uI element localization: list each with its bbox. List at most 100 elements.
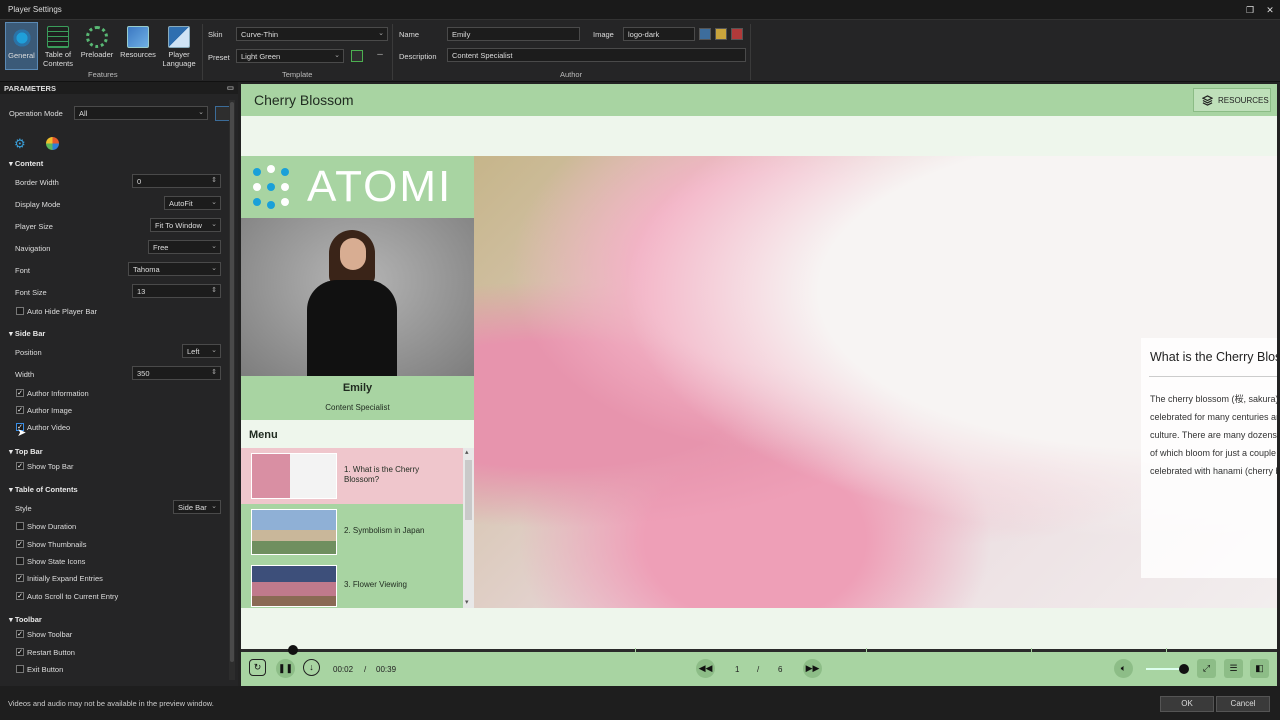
font-dropdown[interactable]: Tahoma ⌄ — [128, 262, 221, 276]
style-dropdown[interactable]: Side Bar ⌄ — [173, 500, 221, 514]
chevron-up-icon[interactable]: ▴ — [465, 448, 469, 456]
position-label: Position — [15, 348, 42, 357]
show-top-bar-label: Show Top Bar — [27, 462, 74, 471]
ribbon-general-label: General — [8, 51, 35, 60]
border-width-spinner[interactable]: 0 ⇕ — [132, 174, 221, 188]
fullscreen-icon[interactable]: ⤢ — [1197, 659, 1216, 678]
progress-knob[interactable] — [288, 645, 298, 655]
ok-button[interactable]: OK — [1160, 696, 1214, 712]
preset-dropdown[interactable]: Light Green ⌄ — [236, 49, 344, 63]
navigation-dropdown[interactable]: Free ⌄ — [148, 240, 221, 254]
initially-expand-checkbox[interactable]: ✓ — [16, 574, 24, 582]
ribbon-preloader-button[interactable]: Preloader — [79, 22, 115, 70]
display-mode-dropdown[interactable]: AutoFit ⌄ — [164, 196, 221, 210]
menu-item-1[interactable]: 1. What is the Cherry Blossom? — [241, 448, 463, 504]
list-icon — [47, 26, 69, 48]
resources-button[interactable]: RESOURCES — [1193, 88, 1271, 112]
pause-icon[interactable]: ❚❚ — [276, 659, 295, 678]
parameters-scrollbar[interactable] — [229, 100, 235, 680]
topbar-section[interactable]: ▾ Top Bar — [9, 447, 43, 456]
ribbon-toc-button[interactable]: Table of Contents — [40, 22, 76, 70]
progress-track[interactable] — [241, 649, 1277, 652]
parameters-panel: PARAMETERS ▭ Operation Mode All ⌄ ⚙ ▾ Con… — [0, 82, 238, 686]
palette-icon[interactable] — [46, 137, 59, 150]
remove-preset-icon[interactable]: – — [374, 50, 386, 62]
author-image-input[interactable]: logo-dark — [623, 27, 695, 41]
toolbar-section[interactable]: ▾ Toolbar — [9, 615, 42, 624]
preset-label: Preset — [208, 53, 230, 62]
author-information-label: Author Information — [27, 389, 89, 398]
ribbon-general-button[interactable]: General — [5, 22, 38, 70]
remove-image-icon[interactable] — [731, 28, 743, 40]
menu-scroll-thumb[interactable] — [465, 460, 472, 520]
menu-scrollbar[interactable]: ▴ ▾ — [463, 448, 474, 608]
player-size-dropdown[interactable]: Fit To Window ⌄ — [150, 218, 221, 232]
menu-item-3[interactable]: 3. Flower Viewing — [241, 560, 463, 608]
layers-icon — [1202, 95, 1213, 106]
toc-section-title: Table of Contents — [14, 485, 78, 494]
volume-icon[interactable]: 🔈︎ — [1114, 659, 1133, 678]
show-thumbnails-checkbox[interactable]: ✓ — [16, 540, 24, 548]
position-dropdown[interactable]: Left ⌄ — [182, 344, 221, 358]
menu-item-label: 1. What is the Cherry Blossom? — [344, 465, 420, 484]
auto-hide-checkbox[interactable] — [16, 307, 24, 315]
time-current: 00:02 — [333, 665, 354, 674]
resources-icon — [127, 26, 149, 48]
template-group-label: Template — [282, 70, 313, 79]
scrollbar-thumb[interactable] — [230, 102, 234, 662]
author-desc-input[interactable]: Content Specialist — [447, 48, 746, 62]
sidebar-toggle-icon[interactable]: ◧ — [1250, 659, 1269, 678]
operation-mode-dropdown[interactable]: All ⌄ — [74, 106, 208, 120]
show-top-bar-checkbox[interactable]: ✓ — [16, 462, 24, 470]
font-size-spinner[interactable]: 13 ⇕ — [132, 284, 221, 298]
skin-dropdown[interactable]: Curve-Thin ⌄ — [236, 27, 388, 41]
restore-icon[interactable]: ❐ — [1243, 3, 1257, 17]
sidebar-section[interactable]: ▾ Side Bar — [9, 329, 45, 338]
author-description: Content Specialist — [325, 403, 390, 412]
auto-scroll-checkbox[interactable]: ✓ — [16, 592, 24, 600]
font-value: Tahoma — [133, 265, 160, 274]
close-icon[interactable]: ✕ — [1263, 3, 1277, 17]
show-state-icons-checkbox[interactable] — [16, 557, 24, 565]
chapter-marker — [635, 648, 636, 653]
menu-item-label: 3. Flower Viewing — [344, 580, 407, 589]
restart-button-checkbox[interactable]: ✓ — [16, 648, 24, 656]
chevron-down-icon: ⌄ — [211, 265, 217, 272]
chevron-down-icon: ⌄ — [211, 243, 217, 250]
author-video[interactable] — [241, 218, 474, 376]
next-slide-icon[interactable]: ▶▶ — [803, 659, 822, 678]
previous-slide-icon[interactable]: ◀◀ — [696, 659, 715, 678]
chevron-down-icon: ⌄ — [378, 30, 384, 37]
exit-button-checkbox[interactable] — [16, 665, 24, 673]
save-preset-icon[interactable] — [351, 50, 363, 62]
status-bar: Videos and audio may not be available in… — [0, 686, 1280, 720]
preset-value: Light Green — [241, 52, 281, 61]
author-image-checkbox[interactable]: ✓ — [16, 406, 24, 414]
folder-icon[interactable] — [715, 28, 727, 40]
show-duration-checkbox[interactable] — [16, 522, 24, 530]
style-label: Style — [15, 504, 32, 513]
cancel-button[interactable]: Cancel — [1216, 696, 1270, 712]
pin-icon[interactable]: ▭ — [227, 83, 234, 92]
settings-gear-icon[interactable]: ⚙ — [14, 136, 26, 152]
content-section[interactable]: ▾ Content — [9, 159, 43, 168]
rewind-icon[interactable]: ↓ — [303, 659, 320, 676]
volume-knob[interactable] — [1179, 664, 1189, 674]
initially-expand-label: Initially Expand Entries — [27, 574, 103, 583]
chevron-down-icon[interactable]: ▾ — [465, 598, 469, 606]
author-information-checkbox[interactable]: ✓ — [16, 389, 24, 397]
ribbon-resources-button[interactable]: Resources — [118, 22, 158, 70]
author-name-input[interactable]: Emily — [447, 27, 580, 41]
image-browse-icon[interactable] — [699, 28, 711, 40]
author-name-value: Emily — [452, 30, 471, 39]
player-sidebar: ATOMI Emily Content Specialist Menu 1. W… — [241, 156, 474, 608]
menu-item-2[interactable]: 2. Symbolism in Japan — [241, 504, 463, 560]
toc-section[interactable]: ▾ Table of Contents — [9, 485, 78, 494]
restart-icon[interactable]: ↻ — [249, 659, 266, 676]
filter-icon[interactable] — [215, 106, 230, 121]
menu-list-icon[interactable]: ☰ — [1224, 659, 1243, 678]
width-spinner[interactable]: 350 ⇕ — [132, 366, 221, 380]
show-toolbar-checkbox[interactable]: ✓ — [16, 630, 24, 638]
chevron-down-icon: ⌄ — [211, 221, 217, 228]
ribbon-language-button[interactable]: Player Language — [160, 22, 198, 70]
